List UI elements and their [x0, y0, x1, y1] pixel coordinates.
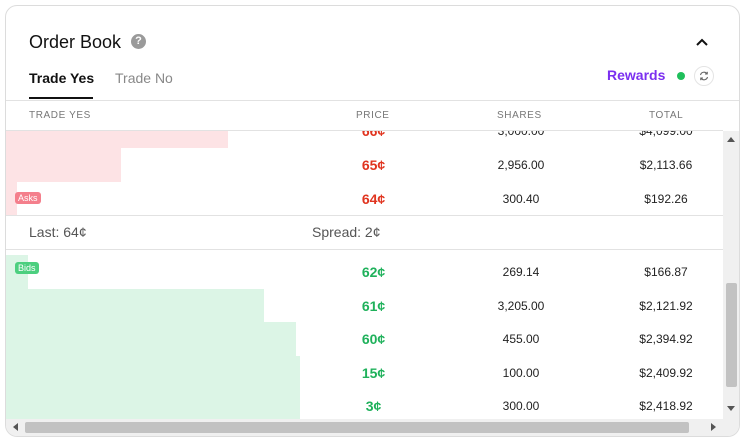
order-book-scroll-area[interactable]: 66¢ 3,000.00 $4,099.00 65¢ 2,956.00 $2,1…: [6, 131, 723, 419]
bid-shares: 269.14: [502, 265, 540, 279]
refresh-button[interactable]: [694, 66, 714, 86]
scroll-down-arrow-icon[interactable]: [727, 406, 735, 411]
ask-shares: 3,000.00: [497, 131, 545, 138]
scroll-left-arrow-icon[interactable]: [13, 423, 18, 431]
bid-depth-bar: [6, 389, 300, 419]
ask-row[interactable]: 65¢ 2,956.00 $2,113.66: [6, 148, 723, 182]
ask-depth-bar: [6, 131, 229, 148]
rewards-status-dot: [677, 72, 685, 80]
asks-badge: Asks: [15, 192, 41, 204]
column-header-shares: SHARES: [497, 110, 542, 121]
bid-price: 15¢: [361, 365, 386, 381]
active-tab-indicator: [29, 97, 93, 99]
last-price: Last: 64¢: [29, 224, 87, 240]
bid-total: $2,418.92: [639, 399, 693, 413]
scroll-right-arrow-icon[interactable]: [711, 423, 716, 431]
scroll-up-arrow-icon[interactable]: [727, 137, 735, 142]
ask-shares: 300.40: [502, 192, 540, 206]
bid-row[interactable]: 15¢ 100.00 $2,409.92: [6, 356, 723, 390]
bids-badge: Bids: [15, 262, 39, 274]
bid-total: $2,409.92: [639, 366, 693, 380]
bid-row[interactable]: 61¢ 3,205.00 $2,121.92: [6, 289, 723, 323]
vertical-scrollbar[interactable]: [723, 131, 739, 419]
chevron-up-icon[interactable]: [694, 34, 710, 50]
bid-price: 62¢: [361, 264, 386, 280]
bid-price: 61¢: [361, 298, 386, 314]
ask-row[interactable]: 64¢ 300.40 $192.26: [6, 182, 723, 216]
ask-total: $4,099.00: [639, 131, 693, 138]
horizontal-scrollbar[interactable]: [6, 419, 723, 436]
refresh-icon: [699, 71, 709, 81]
bid-price: 3¢: [365, 398, 382, 414]
ask-price: 64¢: [361, 191, 386, 207]
scrollbar-corner: [723, 419, 739, 436]
bid-shares: 100.00: [502, 366, 540, 380]
spread-value: Spread: 2¢: [312, 224, 381, 240]
bid-depth-bar: [6, 356, 300, 390]
rewards-link[interactable]: Rewards: [607, 67, 665, 83]
ask-total: $192.26: [644, 192, 688, 206]
bid-depth-bar: [6, 289, 265, 323]
bid-shares: 455.00: [502, 332, 540, 346]
column-header-total: TOTAL: [649, 110, 684, 121]
bid-row[interactable]: 3¢ 300.00 $2,418.92: [6, 389, 723, 419]
bid-row[interactable]: 62¢ 269.14 $166.87: [6, 255, 723, 289]
column-header-price: PRICE: [356, 110, 390, 121]
bid-total: $166.87: [644, 265, 688, 279]
bid-shares: 3,205.00: [497, 299, 545, 313]
ask-depth-bar: [6, 148, 121, 182]
order-book-title: Order Book: [29, 32, 122, 52]
tab-trade-no[interactable]: Trade No: [115, 70, 173, 86]
bid-total: $2,394.92: [639, 332, 693, 346]
order-book-card: Order Book ? Trade Yes Trade No Rewards …: [5, 5, 740, 437]
column-header-trade: TRADE YES: [29, 110, 91, 121]
tab-trade-yes[interactable]: Trade Yes: [29, 70, 94, 86]
spread-row: Last: 64¢ Spread: 2¢: [6, 215, 723, 250]
bid-price: 60¢: [361, 331, 386, 347]
ask-price: 66¢: [361, 131, 386, 139]
bid-depth-bar: [6, 322, 297, 356]
bid-row[interactable]: 60¢ 455.00 $2,394.92: [6, 322, 723, 356]
bid-shares: 300.00: [502, 399, 540, 413]
horizontal-scroll-thumb[interactable]: [25, 422, 689, 433]
vertical-scroll-thumb[interactable]: [726, 283, 737, 387]
ask-row[interactable]: 66¢ 3,000.00 $4,099.00: [6, 131, 723, 148]
ask-shares: 2,956.00: [497, 158, 545, 172]
help-icon[interactable]: ?: [131, 34, 146, 49]
header-divider: [6, 100, 739, 101]
ask-price: 65¢: [361, 157, 386, 173]
ask-total: $2,113.66: [639, 158, 693, 172]
bid-total: $2,121.92: [639, 299, 693, 313]
